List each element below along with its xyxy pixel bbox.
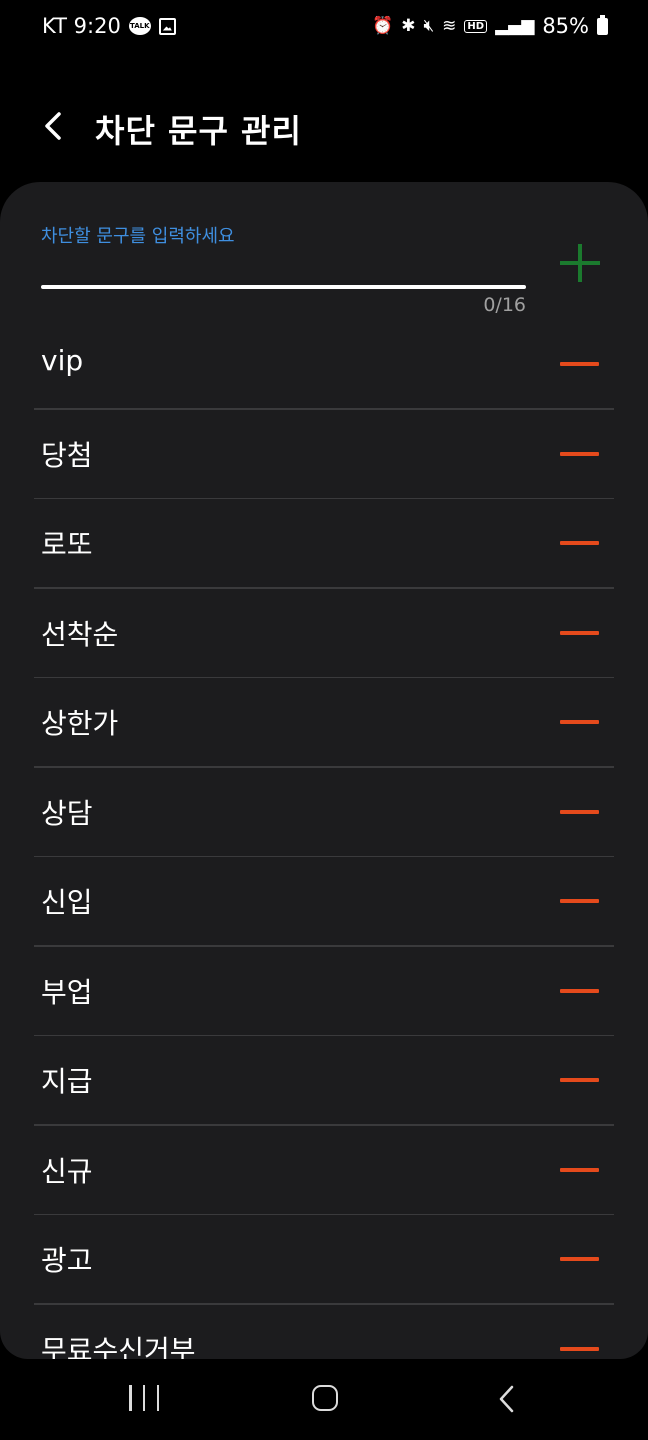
kakaotalk-notification-icon: TALK [128,17,151,35]
phrase-row: 신입 [0,857,648,947]
phrase-label: 부업 [41,975,93,1009]
wifi-icon: ≋ [442,15,457,36]
hd-voice-icon: HD [464,19,488,33]
recents-bar [129,1385,132,1411]
alarm-icon: ⏰ [372,15,394,36]
phrase-row: 부업 [0,947,648,1036]
phrase-row: 로또 [0,499,648,589]
phrase-label: 선착순 [41,617,119,651]
remove-phrase-button[interactable] [556,350,604,378]
phrase-row: 신규 [0,1126,648,1215]
phrase-row: 무료수신거부 [0,1305,648,1360]
remove-phrase-button[interactable] [556,708,604,736]
phrase-label: 상한가 [41,707,119,740]
phrase-row: 상담 [0,768,648,857]
phrase-label: 신규 [41,1154,93,1188]
status-bar: KT 9:20 TALK ⏰ ✱ 🔇︎ ≋ HD ▂▄▆ 85% [0,0,648,58]
phrase-input-label: 차단할 문구를 입력하세요 [41,226,235,247]
gallery-notification-icon [158,17,176,35]
mute-icon: 🔇︎ [423,15,435,36]
app-bar: 차단 문구 관리 [0,92,648,164]
blocked-phrases-card: 차단할 문구를 입력하세요 0/16 vip 당첨 로또 선착순 상한가 상담 … [0,182,648,1359]
phrase-row: vip [0,320,648,410]
bluetooth-icon: ✱ [401,15,416,36]
phrase-label: 지급 [41,1065,93,1098]
input-underline [41,285,526,289]
phrase-label: 신입 [41,886,93,919]
phrase-row: 상한가 [0,678,648,768]
remove-phrase-button[interactable] [556,1156,604,1184]
phrase-row: 선착순 [0,589,648,678]
phrase-input[interactable] [41,252,526,288]
home-button[interactable] [312,1385,338,1411]
remove-phrase-button[interactable] [556,1335,604,1360]
page-title: 차단 문구 관리 [95,112,302,150]
phrase-row: 광고 [0,1215,648,1305]
battery-percent: 85% [542,14,589,38]
phrase-label: vip [41,344,84,377]
nav-back-button[interactable] [496,1384,518,1414]
remove-phrase-button[interactable] [556,619,604,647]
signal-icon: ▂▄▆ [495,15,535,36]
phrase-label: 당첨 [41,438,93,472]
recents-bar [142,1385,146,1411]
carrier-time: KT 9:20 [42,14,121,38]
recent-apps-button[interactable] [129,1385,159,1411]
phrase-label: 무료수신거부 [41,1333,196,1360]
phrase-row: 지급 [0,1036,648,1126]
phrase-label: 상담 [41,796,93,830]
phrase-list: vip 당첨 로또 선착순 상한가 상담 신입 부업 지급 신규 광고 무료수신… [0,320,648,1359]
chevron-left-icon [45,112,61,140]
back-button[interactable] [34,104,74,148]
phrase-label: 로또 [41,528,93,561]
status-left: KT 9:20 TALK [42,14,176,38]
recents-bar [156,1385,159,1411]
char-counter: 0/16 [483,294,526,316]
remove-phrase-button[interactable] [556,977,604,1005]
remove-phrase-button[interactable] [556,798,604,826]
remove-phrase-button[interactable] [556,440,604,468]
remove-phrase-button[interactable] [556,887,604,915]
status-right: ⏰ ✱ 🔇︎ ≋ HD ▂▄▆ 85% [372,14,608,38]
phrase-row: 당첨 [0,410,648,499]
remove-phrase-button[interactable] [556,529,604,557]
battery-icon [597,14,608,35]
remove-phrase-button[interactable] [556,1245,604,1273]
remove-phrase-button[interactable] [556,1066,604,1094]
add-phrase-button[interactable] [556,240,604,288]
phrase-label: 광고 [41,1244,93,1277]
navigation-bar [0,1362,648,1440]
